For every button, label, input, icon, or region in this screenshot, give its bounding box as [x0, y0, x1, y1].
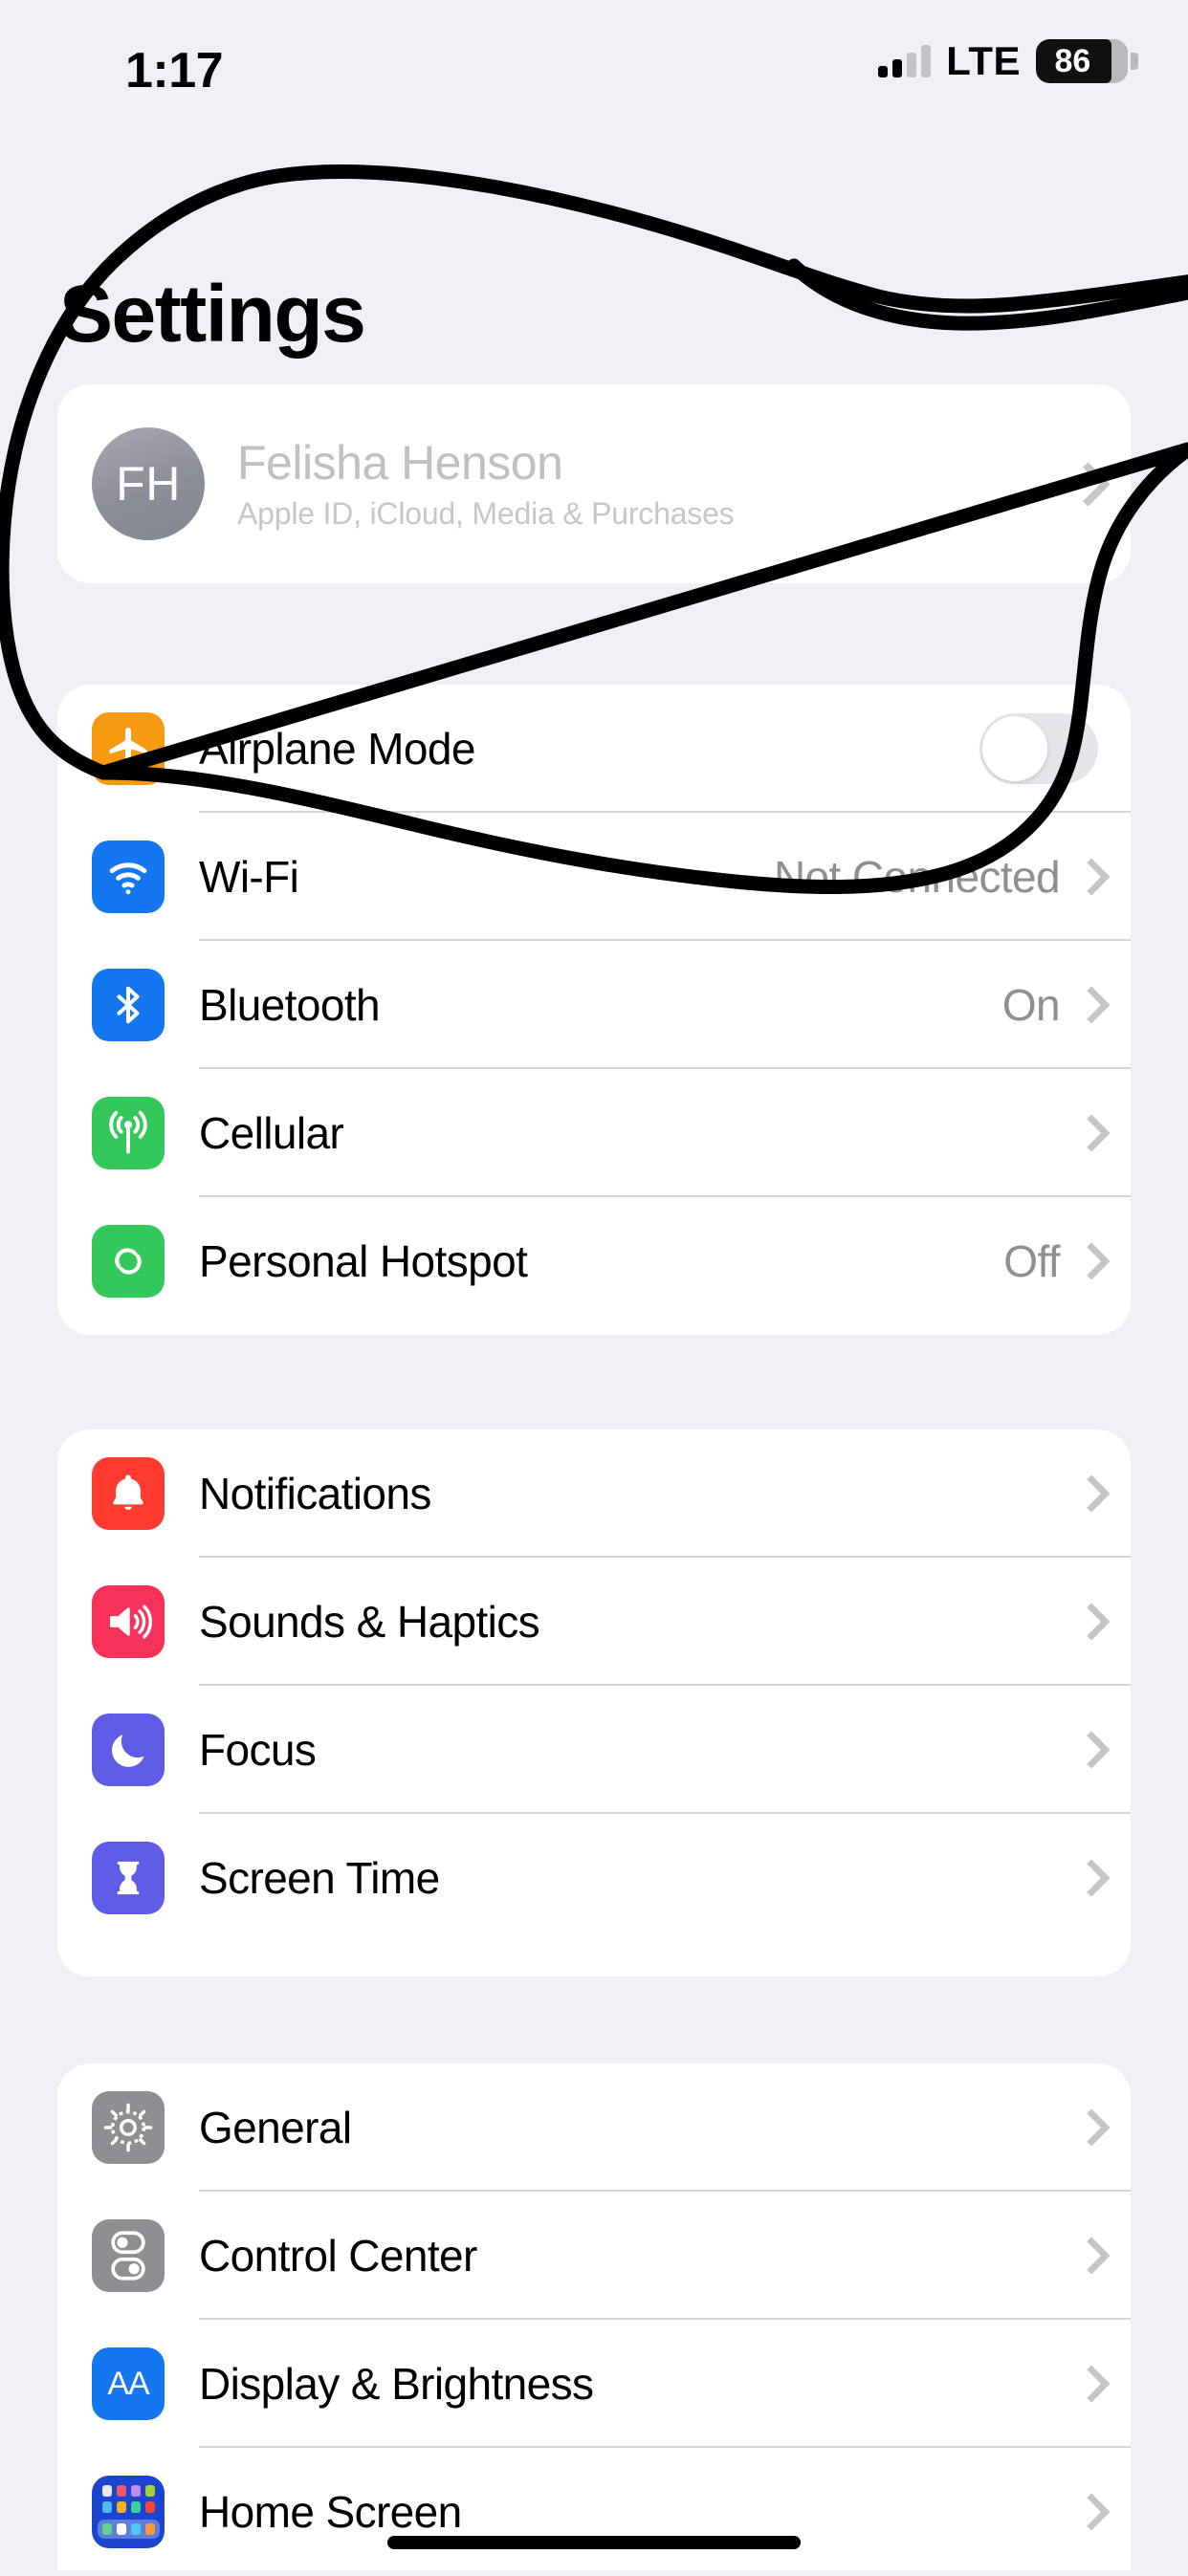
chevron-right-icon [1077, 2237, 1098, 2275]
apple-id-name: Felisha Henson [237, 435, 563, 490]
display-aa-icon: AA [92, 2347, 165, 2420]
settings-group-connectivity: Airplane Mode Wi-Fi Not Connected Bluetooth… [57, 685, 1131, 1335]
settings-row-label: Focus [199, 1725, 317, 1775]
cellular-signal-bars-icon [878, 45, 932, 77]
chevron-right-icon [1077, 2365, 1098, 2403]
settings-group-system: General Control Center AA Display & Brightn… [57, 2063, 1131, 2570]
apple-id-profile-card[interactable]: FH Felisha Henson Apple ID, iCloud, Medi… [57, 384, 1131, 583]
settings-row-label: Display & Brightness [199, 2359, 594, 2409]
bluetooth-icon [92, 969, 165, 1041]
settings-row-airplane-mode[interactable]: Airplane Mode [57, 685, 1131, 813]
speaker-icon [92, 1585, 165, 1658]
page-title: Settings [59, 269, 366, 359]
avatar-initials: FH [116, 457, 181, 511]
settings-row-home-screen[interactable]: Home Screen [57, 2448, 1131, 2576]
settings-row-label: Control Center [199, 2231, 477, 2281]
settings-row-label: Personal Hotspot [199, 1236, 528, 1286]
chevron-right-icon [1077, 1474, 1098, 1513]
carrier-label: LTE [946, 38, 1021, 83]
settings-row-label: General [199, 2103, 352, 2152]
cellular-antenna-icon [92, 1097, 165, 1169]
settings-row-label: Sounds & Haptics [199, 1597, 540, 1647]
airplane-mode-toggle[interactable] [979, 713, 1098, 784]
settings-row-value: Not Connected [773, 852, 1061, 902]
chevron-right-icon [1077, 986, 1098, 1024]
chevron-right-icon [1077, 1731, 1098, 1769]
personal-hotspot-icon [92, 1225, 165, 1298]
chevron-right-icon [1077, 2493, 1098, 2531]
chevron-right-icon [1077, 1242, 1098, 1280]
settings-group-alerts: Notifications Sounds & Haptics Focus Screen… [57, 1430, 1131, 1976]
chevron-right-icon [1077, 1603, 1098, 1641]
chevron-right-icon [1071, 461, 1096, 507]
settings-row-wi-fi[interactable]: Wi-Fi Not Connected [57, 813, 1131, 941]
status-bar-time: 1:17 [125, 43, 224, 98]
apple-id-profile-row[interactable]: FH Felisha Henson Apple ID, iCloud, Medi… [57, 384, 1131, 583]
settings-row-label: Airplane Mode [199, 724, 475, 774]
settings-row-value: On [1001, 980, 1061, 1030]
bell-icon [92, 1457, 165, 1530]
airplane-icon [92, 712, 165, 785]
settings-row-label: Notifications [199, 1469, 431, 1518]
chevron-right-icon [1077, 1114, 1098, 1152]
home-indicator [387, 2536, 801, 2549]
settings-row-notifications[interactable]: Notifications [57, 1430, 1131, 1558]
settings-row-label: Screen Time [199, 1853, 440, 1903]
moon-icon [92, 1714, 165, 1786]
status-bar: 1:17 LTE 86 [0, 0, 1188, 99]
settings-row-sounds-haptics[interactable]: Sounds & Haptics [57, 1558, 1131, 1686]
apple-id-profile-text: Felisha Henson Apple ID, iCloud, Media &… [237, 436, 1060, 532]
settings-row-focus[interactable]: Focus [57, 1686, 1131, 1814]
settings-row-label: Home Screen [199, 2487, 462, 2537]
avatar: FH [92, 427, 205, 540]
settings-row-general[interactable]: General [57, 2063, 1131, 2192]
gear-icon [92, 2091, 165, 2164]
chevron-right-icon [1077, 858, 1098, 896]
status-bar-indicators: LTE 86 [878, 38, 1138, 84]
settings-row-personal-hotspot[interactable]: Personal Hotspot Off [57, 1197, 1131, 1325]
settings-row-display-brightness[interactable]: AA Display & Brightness [57, 2320, 1131, 2448]
settings-row-label: Cellular [199, 1108, 344, 1158]
hourglass-icon [92, 1842, 165, 1914]
chevron-right-icon [1077, 1859, 1098, 1897]
settings-row-screen-time[interactable]: Screen Time [57, 1814, 1131, 1942]
apple-id-subtitle: Apple ID, iCloud, Media & Purchases [237, 495, 735, 531]
settings-row-label: Wi-Fi [199, 852, 299, 902]
control-center-icon [92, 2219, 165, 2292]
wifi-icon [92, 840, 165, 913]
settings-row-label: Bluetooth [199, 980, 381, 1030]
home-screen-grid-icon [92, 2476, 165, 2548]
settings-row-control-center[interactable]: Control Center [57, 2192, 1131, 2320]
settings-row-cellular[interactable]: Cellular [57, 1069, 1131, 1197]
settings-row-bluetooth[interactable]: Bluetooth On [57, 941, 1131, 1069]
battery-icon: 86 [1036, 39, 1138, 83]
battery-percent-label: 86 [1054, 43, 1091, 79]
chevron-right-icon [1077, 2108, 1098, 2147]
settings-row-value: Off [1003, 1236, 1060, 1286]
